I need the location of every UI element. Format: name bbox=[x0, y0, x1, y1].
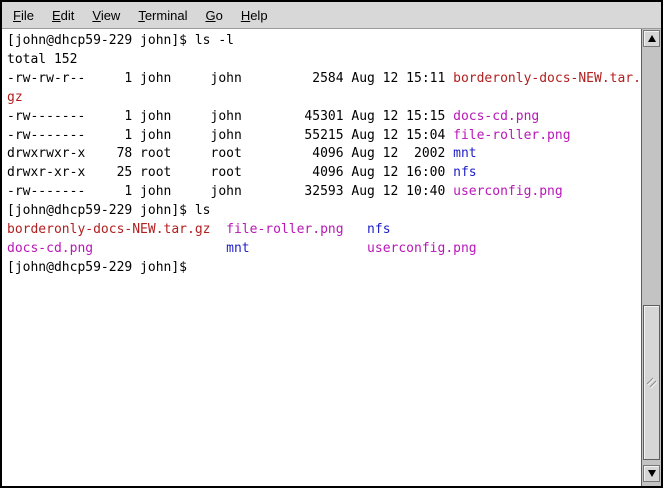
image-file-name: userconfig.png bbox=[453, 184, 563, 199]
image-file-name: file-roller.png bbox=[226, 222, 343, 237]
terminal-line: borderonly-docs-NEW.tar.gz file-roller.p… bbox=[7, 221, 641, 240]
down-arrow-icon bbox=[648, 470, 656, 477]
menu-item-file[interactable]: File bbox=[4, 3, 43, 28]
image-file-name: userconfig.png bbox=[367, 241, 477, 256]
menu-item-terminal[interactable]: Terminal bbox=[129, 3, 196, 28]
image-file-name: docs-cd.png bbox=[453, 109, 539, 124]
directory-name: nfs bbox=[367, 222, 390, 237]
directory-name: mnt bbox=[226, 241, 249, 256]
terminal-line: -rw------- 1 john john 55215 Aug 12 15:0… bbox=[7, 127, 641, 146]
image-file-name: docs-cd.png bbox=[7, 241, 93, 256]
output-text bbox=[211, 222, 227, 237]
archive-file-name: borderonly-docs-NEW.tar. bbox=[453, 71, 641, 86]
scrollbar[interactable] bbox=[641, 29, 661, 486]
output-text bbox=[250, 241, 367, 256]
scroll-down-button[interactable] bbox=[643, 465, 660, 482]
terminal-line: drwxrwxr-x 78 root root 4096 Aug 12 2002… bbox=[7, 145, 641, 164]
terminal-line: [john@dhcp59-229 john]$ ls -l bbox=[7, 32, 641, 51]
terminal-line: drwxr-xr-x 25 root root 4096 Aug 12 16:0… bbox=[7, 164, 641, 183]
terminal-line: -rw-rw-r-- 1 john john 2584 Aug 12 15:11… bbox=[7, 70, 641, 89]
terminal-line: -rw------- 1 john john 32593 Aug 12 10:4… bbox=[7, 183, 641, 202]
output-text: -rw-rw-r-- 1 john john 2584 Aug 12 15:11 bbox=[7, 71, 453, 86]
output-text: -rw------- 1 john john 32593 Aug 12 10:4… bbox=[7, 184, 453, 199]
terminal-output[interactable]: [john@dhcp59-229 john]$ ls -l total 152 -r… bbox=[2, 29, 641, 486]
directory-name: nfs bbox=[453, 165, 476, 180]
window-body: [john@dhcp59-229 john]$ ls -l total 152 -r… bbox=[2, 29, 661, 486]
output-text: -rw------- 1 john john 45301 Aug 12 15:1… bbox=[7, 109, 453, 124]
menu-item-edit[interactable]: Edit bbox=[43, 3, 83, 28]
up-arrow-icon bbox=[648, 35, 656, 42]
output-text: total 152 bbox=[7, 52, 77, 67]
output-text bbox=[93, 241, 226, 256]
menu-item-help[interactable]: Help bbox=[232, 3, 277, 28]
menubar: FileEditViewTerminalGoHelp bbox=[2, 2, 661, 29]
menu-item-view[interactable]: View bbox=[83, 3, 129, 28]
image-file-name: file-roller.png bbox=[453, 128, 570, 143]
archive-file-name: gz bbox=[7, 90, 23, 105]
terminal-line: -rw------- 1 john john 45301 Aug 12 15:1… bbox=[7, 108, 641, 127]
terminal-line: [john@dhcp59-229 john]$ bbox=[7, 259, 641, 278]
menu-item-go[interactable]: Go bbox=[196, 3, 231, 28]
terminal-line: docs-cd.png mnt userconfig.png bbox=[7, 240, 641, 259]
output-text: drwxrwxr-x 78 root root 4096 Aug 12 2002 bbox=[7, 146, 453, 161]
archive-file-name: borderonly-docs-NEW.tar.gz bbox=[7, 222, 211, 237]
terminal-window: FileEditViewTerminalGoHelp [john@dhcp59-… bbox=[0, 0, 663, 488]
prompt-text: [john@dhcp59-229 john]$ bbox=[7, 260, 195, 275]
directory-name: mnt bbox=[453, 146, 476, 161]
prompt-command: [john@dhcp59-229 john]$ ls bbox=[7, 203, 211, 218]
scroll-thumb[interactable] bbox=[643, 305, 660, 460]
thumb-grip-icon bbox=[646, 377, 658, 389]
output-text: drwxr-xr-x 25 root root 4096 Aug 12 16:0… bbox=[7, 165, 453, 180]
terminal-line: total 152 bbox=[7, 51, 641, 70]
terminal-line: [john@dhcp59-229 john]$ ls bbox=[7, 202, 641, 221]
terminal-line: gz bbox=[7, 89, 641, 108]
prompt-command: [john@dhcp59-229 john]$ ls -l bbox=[7, 33, 234, 48]
output-text bbox=[344, 222, 367, 237]
output-text: -rw------- 1 john john 55215 Aug 12 15:0… bbox=[7, 128, 453, 143]
scroll-up-button[interactable] bbox=[643, 30, 660, 47]
